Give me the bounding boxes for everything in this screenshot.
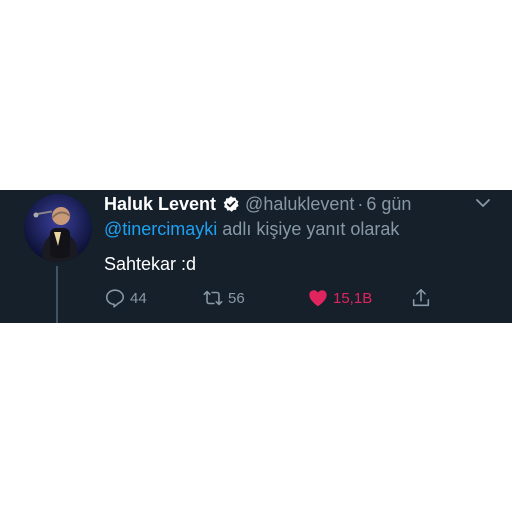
heart-icon [309, 290, 327, 307]
retweet-icon [203, 290, 223, 306]
chevron-down-icon[interactable] [474, 196, 492, 210]
tweet-card[interactable]: Haluk Levent @haluklevent · 6 gün @tiner… [0, 190, 512, 323]
reply-icon [105, 289, 125, 308]
verified-badge-icon [223, 196, 239, 212]
reply-context: @tinercimayki adlı kişiye yanıt olarak [104, 219, 399, 240]
reply-button[interactable]: 44 [104, 286, 147, 310]
avatar[interactable] [24, 194, 92, 262]
separator-dot: · [357, 193, 364, 214]
retweet-count: 56 [228, 289, 245, 307]
display-name[interactable]: Haluk Levent [104, 194, 216, 215]
reply-mention-link[interactable]: @tinercimayki [104, 219, 217, 239]
tweet-header: Haluk Levent @haluklevent · 6 gün [104, 191, 411, 217]
share-icon [412, 288, 430, 307]
timestamp[interactable]: 6 gün [366, 194, 411, 215]
reply-count: 44 [130, 289, 147, 307]
thread-line [56, 266, 58, 323]
like-button[interactable]: 15,1B [307, 286, 372, 310]
like-count: 15,1B [333, 289, 373, 307]
share-button[interactable] [410, 286, 436, 310]
retweet-button[interactable]: 56 [202, 286, 245, 310]
avatar-image [24, 194, 92, 262]
tweet-text: Sahtekar :d [104, 254, 197, 274]
user-handle[interactable]: @haluklevent [245, 194, 354, 215]
reply-context-label: adlı kişiye yanıt olarak [217, 219, 400, 239]
